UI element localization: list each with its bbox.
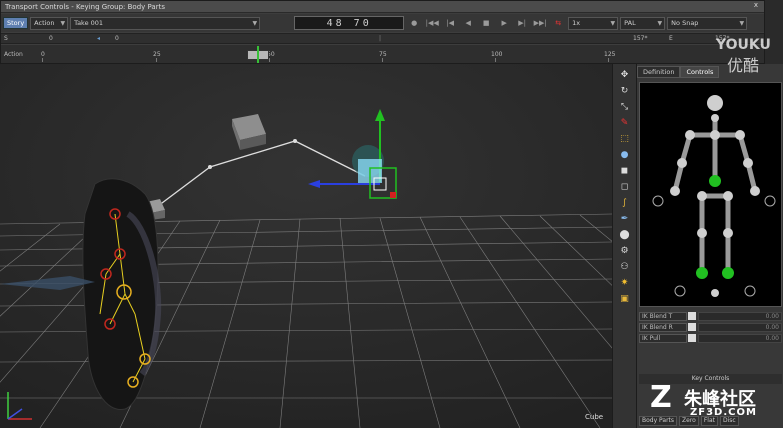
timeline-ruler[interactable]: Action 0 25 50 75 100 125: [1, 45, 764, 63]
title-bar: Transport Controls - Keying Group: Body …: [1, 1, 764, 13]
scale-icon[interactable]: ⤡: [617, 100, 633, 114]
mode-dropdown-value: Action: [34, 19, 55, 27]
tick-mark: [495, 58, 496, 62]
cube-outline-icon[interactable]: ◻: [617, 180, 633, 194]
tick-label: 25: [153, 51, 161, 58]
tick-mark: [382, 58, 383, 62]
tick-mark: [608, 58, 609, 62]
chevron-down-icon: ▼: [252, 19, 258, 27]
object-label: Cube: [585, 413, 604, 421]
goto-end-icon[interactable]: ▶▶|: [532, 17, 548, 30]
take-dropdown-value: Take 001: [74, 19, 104, 27]
start-value[interactable]: 0: [49, 35, 53, 42]
record-icon[interactable]: ●: [406, 17, 422, 30]
playhead-indicator: [257, 46, 259, 63]
chevron-down-icon: ▼: [739, 19, 745, 27]
end-label: E: [669, 35, 673, 42]
sphere-icon[interactable]: ●: [617, 148, 633, 162]
character-controls-panel: Definition Controls IK Blend T 0.00 IK B…: [636, 64, 783, 428]
panel-tabs: Definition Controls: [637, 66, 783, 78]
step-forward-icon[interactable]: ▶|: [514, 17, 530, 30]
gear-icon[interactable]: ⚙: [617, 244, 633, 258]
ik-pull-checkbox[interactable]: [688, 334, 696, 342]
play-reverse-icon[interactable]: ◀: [460, 17, 476, 30]
ik-blend-r-label: IK Blend R: [639, 322, 687, 332]
ik-blend-t-value[interactable]: 0.00: [698, 311, 782, 321]
timecode-display[interactable]: 48 70: [294, 16, 405, 30]
zf-logo: Z: [650, 380, 672, 415]
range-slider-handle[interactable]: |: [379, 35, 381, 42]
3d-viewport[interactable]: Cube: [0, 64, 612, 428]
transport-controls-panel: Transport Controls - Keying Group: Body …: [0, 0, 765, 64]
stop-icon[interactable]: ■: [478, 17, 494, 30]
ik-blend-t-checkbox[interactable]: [688, 312, 696, 320]
format-dropdown-value: PAL: [624, 19, 636, 27]
window-title: Transport Controls - Keying Group: Body …: [5, 2, 165, 11]
move-icon[interactable]: ✥: [617, 68, 633, 82]
ik-blend-r-value[interactable]: 0.00: [698, 322, 782, 332]
tick-label: 0: [41, 51, 45, 58]
tool-strip: ✥ ↻ ⤡ ✎ ⬚ ● ◼ ◻ ∫ ✒ ⬤ ⚙ ⚇ ✷ ▣: [612, 64, 636, 428]
tick-mark: [42, 58, 43, 62]
ik-pull-label: IK Pull: [639, 333, 687, 343]
goto-start-icon[interactable]: |◀◀: [424, 17, 440, 30]
tick-label: 125: [604, 51, 616, 58]
viewport-scene: [0, 64, 612, 428]
pen-icon[interactable]: ✒: [617, 212, 633, 226]
body-parts-dropdown[interactable]: Body Parts: [639, 416, 678, 426]
body-figure: [652, 95, 776, 297]
box-select-icon[interactable]: ▣: [617, 292, 633, 306]
tick-mark: [156, 58, 157, 62]
chevron-down-icon: ▼: [657, 19, 663, 27]
cube-icon[interactable]: ◼: [617, 164, 633, 178]
cursor-value[interactable]: 0: [115, 35, 119, 42]
arrow-left-icon[interactable]: ◂: [97, 35, 100, 42]
dot-icon[interactable]: ⬤: [617, 228, 633, 242]
transport-toolbar: Story Action ▼ Take 001 ▼ 48 70 ● |◀◀ |◀…: [1, 14, 764, 32]
zf-watermark-url: ZF3D.COM: [690, 407, 757, 418]
ik-blend-r-checkbox[interactable]: [688, 323, 696, 331]
range-bar[interactable]: S 0 ◂ 0 | 157* E 157*: [1, 33, 764, 44]
tick-label: 75: [379, 51, 387, 58]
tick-mark: [269, 58, 270, 62]
mode-dropdown[interactable]: Action ▼: [30, 16, 69, 30]
take-dropdown[interactable]: Take 001 ▼: [70, 16, 261, 30]
youku-watermark: YOUKU: [716, 37, 771, 53]
chevron-down-icon: ▼: [60, 19, 66, 27]
frame-icon[interactable]: ⬚: [617, 132, 633, 146]
ik-blend-t-label: IK Blend T: [639, 311, 687, 321]
play-icon[interactable]: ▶: [496, 17, 512, 30]
snap-dropdown-value: No Snap: [671, 19, 699, 27]
joint-icon[interactable]: ⚇: [617, 260, 633, 274]
star-icon[interactable]: ✷: [617, 276, 633, 290]
ik-pull-value[interactable]: 0.00: [698, 333, 782, 343]
tick-label: 100: [491, 51, 503, 58]
chevron-down-icon: ▼: [610, 19, 616, 27]
ik-blend-t-row: IK Blend T 0.00: [639, 311, 782, 321]
snap-dropdown[interactable]: No Snap ▼: [667, 16, 748, 30]
tab-definition[interactable]: Definition: [637, 66, 681, 78]
loop-icon[interactable]: ⇆: [550, 17, 566, 30]
ik-pull-row: IK Pull 0.00: [639, 333, 782, 343]
end-value[interactable]: 157*: [633, 35, 647, 42]
rate-dropdown[interactable]: 1x ▼: [568, 16, 619, 30]
start-label: S: [4, 35, 8, 42]
story-button[interactable]: Story: [3, 17, 29, 29]
character-figure-view[interactable]: [639, 82, 782, 307]
curve-icon[interactable]: ∫: [617, 196, 633, 210]
youku-watermark-cn: 优酷: [727, 56, 760, 75]
paint-icon[interactable]: ✎: [617, 116, 633, 130]
step-back-icon[interactable]: |◀: [442, 17, 458, 30]
ik-blend-r-row: IK Blend R 0.00: [639, 322, 782, 332]
close-icon[interactable]: x: [754, 1, 758, 9]
format-dropdown[interactable]: PAL ▼: [620, 16, 666, 30]
tab-controls[interactable]: Controls: [680, 66, 720, 78]
rate-dropdown-value: 1x: [572, 19, 581, 27]
action-label: Action: [4, 51, 23, 58]
rotate-icon[interactable]: ↻: [617, 84, 633, 98]
